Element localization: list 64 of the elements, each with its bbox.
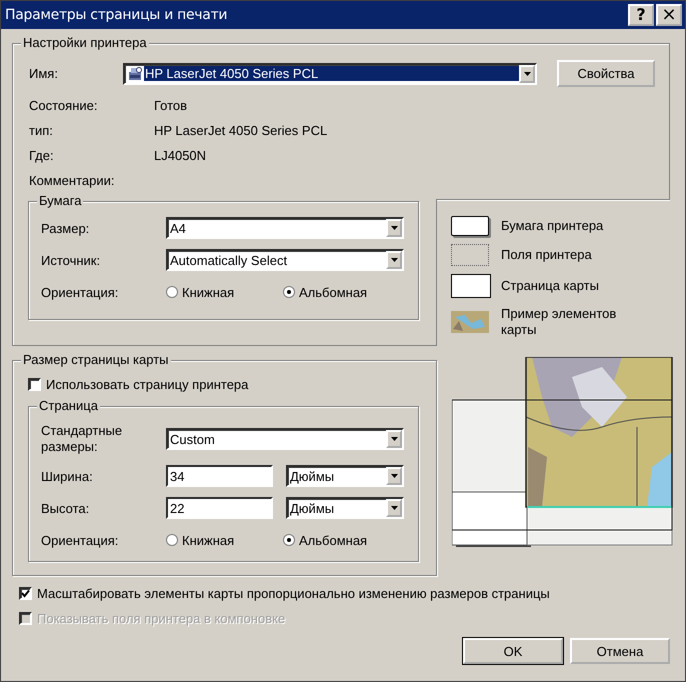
window-title: Параметры страницы и печати [5,7,228,23]
orientation-radio[interactable]: Книжная [166,284,283,300]
radio-label: Альбомная [299,532,368,548]
field-label: Ориентация: [41,532,120,548]
map-page-swatch [451,274,491,298]
group-title: Настройки принтера [21,35,149,50]
printer-icon [127,66,143,82]
selected-printer: HP LaserJet 4050 Series PCL [144,66,519,81]
radio-button[interactable] [166,286,178,298]
dimension-input[interactable]: 22 [166,497,273,519]
radio-label: Альбомная [299,284,368,300]
radio-button[interactable] [166,534,178,546]
unit-dropdown[interactable]: Дюймы [286,497,404,519]
printer-dropdown[interactable]: HP LaserJet 4050 Series PCL [123,62,537,84]
info-value: Готов [154,98,188,113]
checkbox-label: Использовать страницу принтера [46,377,248,392]
field-label: Ориентация: [41,284,120,300]
orientation-radio[interactable]: Альбомная [283,284,400,300]
field-label: Высота: [41,500,90,516]
close-button[interactable]: × [656,4,682,26]
printer-paper-swatch [451,216,489,236]
field-label: Ширина: [41,468,94,484]
map-sample-icon [451,311,489,333]
field-label: Источник: [41,252,102,268]
printer-margins-swatch [451,244,489,266]
help-button[interactable]: ? [628,4,654,26]
group-title: Бумага [37,193,84,208]
info-label: Комментарии: [29,173,116,188]
legend-label: Пример элементов карты [501,306,618,338]
standard-size-dropdown[interactable]: Custom [166,428,404,450]
info-label: Где: [29,148,55,163]
combo-value: Custom [170,432,216,446]
cancel-button[interactable]: Отмена [570,638,670,664]
combo-value: Automatically Select [170,252,288,268]
paper-dropdown[interactable]: A4 [166,217,404,239]
checkbox-label: Масштабировать элементы карты пропорционально изменению размеров страницы [37,586,550,601]
group-title: Страница [37,398,100,413]
info-value: LJ4050N [154,148,206,163]
dimension-input[interactable]: 34 [166,465,273,487]
radio-label: Книжная [182,284,234,300]
checkbox[interactable] [19,587,32,600]
radio-button[interactable] [283,286,295,298]
orientation-radio[interactable]: Альбомная [283,532,400,548]
field-label: Имя: [29,66,59,81]
info-label: Состояние: [29,98,98,113]
checkbox[interactable] [28,378,41,391]
legend-label: Поля принтера [501,247,593,263]
info-value: HP LaserJet 4050 Series PCL [154,123,328,138]
legend-label: Страница карты [501,278,600,294]
group-title: Размер страницы карты [21,352,170,367]
radio-button[interactable] [283,534,295,546]
combo-value: Дюймы [290,500,336,516]
field-label: Размер: [41,220,90,236]
legend-label: Бумага принтера [501,218,604,234]
field-label: Стандартные размеры: [41,423,124,455]
radio-label: Книжная [182,532,234,548]
paper-dropdown[interactable]: Automatically Select [166,249,404,271]
combo-value: A4 [170,220,187,236]
properties-button[interactable]: Свойства [557,60,655,87]
orientation-radio[interactable]: Книжная [166,532,283,548]
ok-button[interactable]: OK [463,638,563,664]
info-label: тип: [29,123,54,138]
unit-dropdown[interactable]: Дюймы [286,465,404,487]
combo-value: Дюймы [290,468,336,484]
